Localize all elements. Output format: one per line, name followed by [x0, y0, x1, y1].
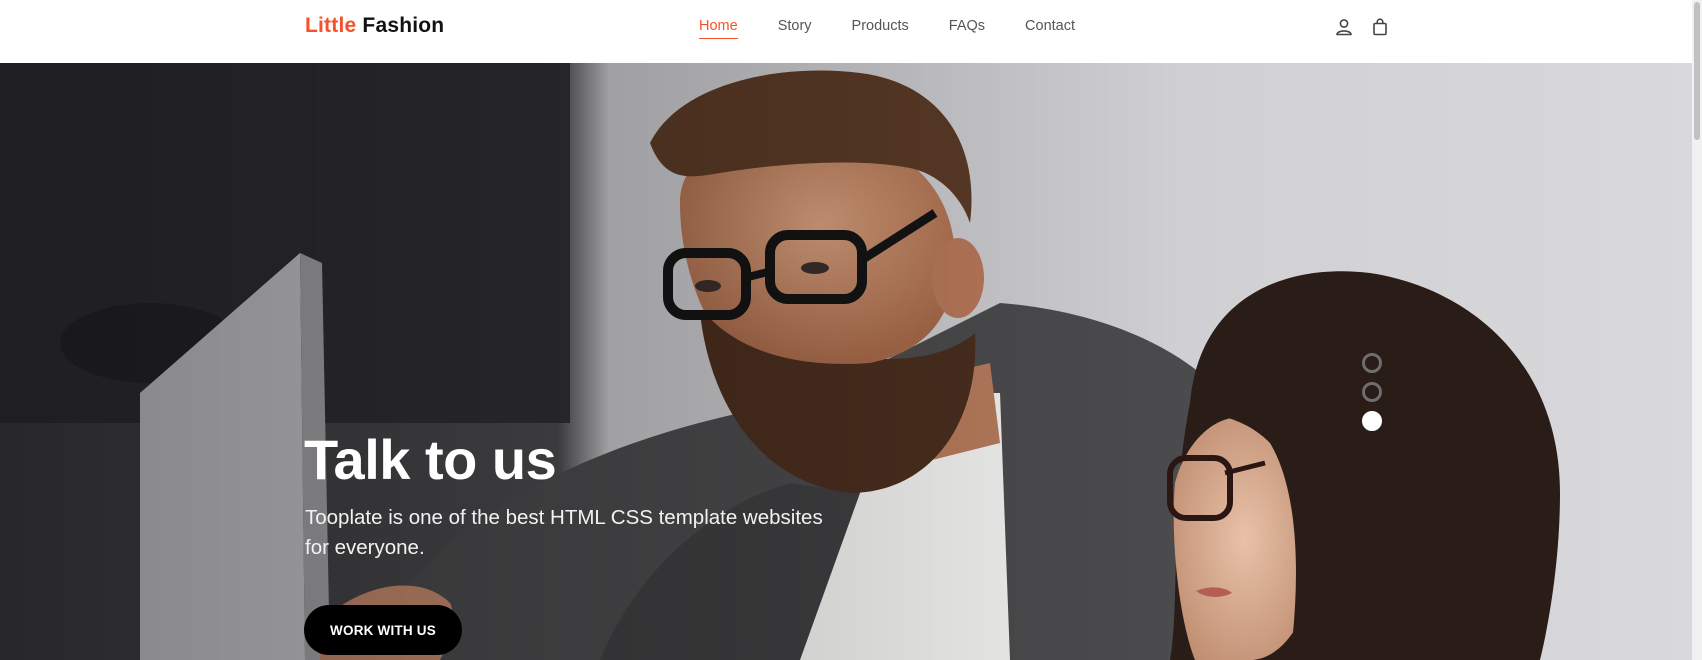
- brand-logo[interactable]: Little Fashion: [305, 14, 444, 38]
- hero-title: Talk to us: [304, 428, 557, 491]
- nav-icons: [1334, 17, 1390, 37]
- hero-description: Tooplate is one of the best HTML CSS tem…: [305, 506, 823, 559]
- hero-carousel: Talk to us Tooplate is one of the best H…: [0, 63, 1692, 660]
- scrollbar-thumb[interactable]: [1694, 2, 1700, 140]
- brand-second-word: Fashion: [362, 14, 445, 37]
- carousel-dot-1[interactable]: [1362, 353, 1382, 373]
- brand-first-word: Little: [305, 14, 357, 37]
- page-scrollbar[interactable]: [1692, 0, 1702, 660]
- nav-link-faqs[interactable]: FAQs: [949, 18, 985, 39]
- top-navbar: Little Fashion Home Story Products FAQs …: [0, 0, 1702, 63]
- hero-overlay: [0, 63, 1692, 660]
- main-nav: Home Story Products FAQs Contact: [699, 18, 1115, 39]
- nav-link-home[interactable]: Home: [699, 18, 738, 39]
- work-with-us-button[interactable]: WORK WITH US: [304, 605, 462, 655]
- nav-link-products[interactable]: Products: [852, 18, 909, 39]
- carousel-dot-2[interactable]: [1362, 382, 1382, 402]
- nav-link-story[interactable]: Story: [778, 18, 812, 39]
- user-icon[interactable]: [1334, 17, 1354, 37]
- shopping-bag-icon[interactable]: [1370, 17, 1390, 37]
- nav-link-contact[interactable]: Contact: [1025, 18, 1075, 39]
- carousel-indicators: [1362, 353, 1382, 440]
- carousel-dot-3[interactable]: [1362, 411, 1382, 431]
